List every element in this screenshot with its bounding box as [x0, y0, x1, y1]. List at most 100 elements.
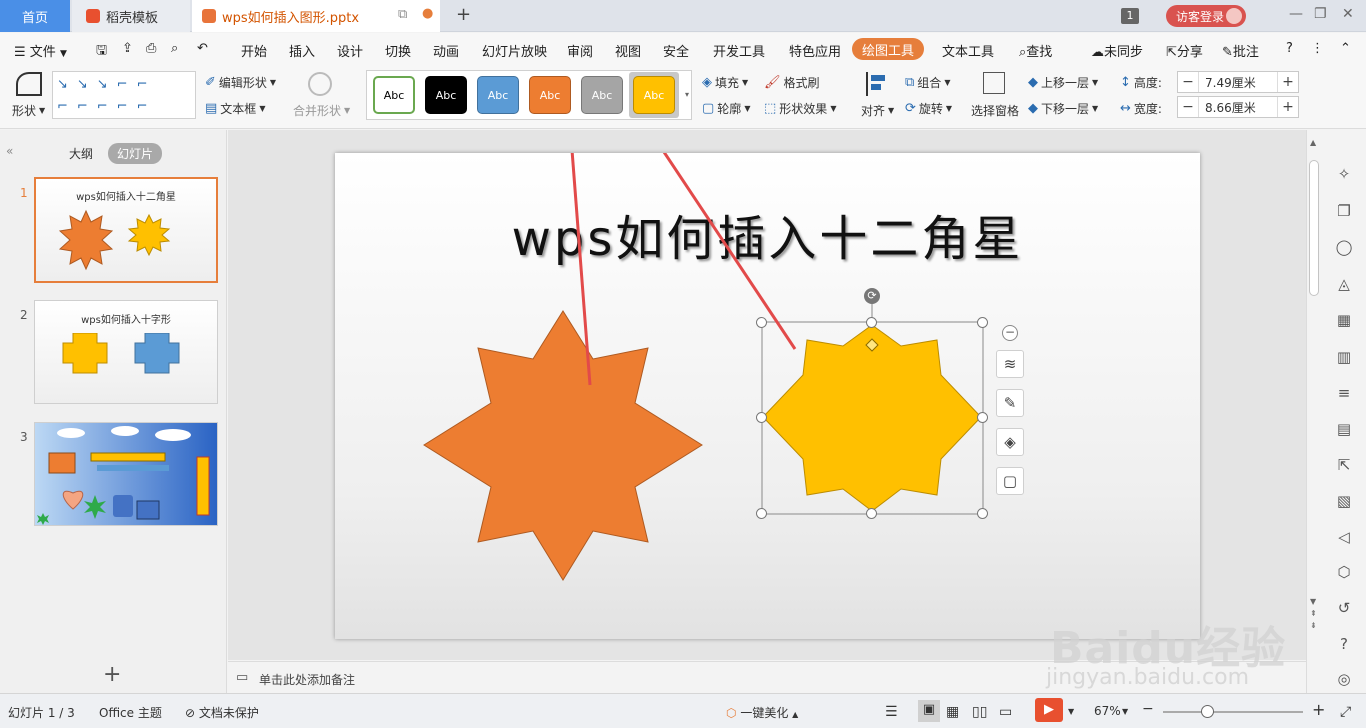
- group-button[interactable]: ⧉ 组合 ▼: [905, 74, 950, 91]
- rotate-button[interactable]: ⟳ 旋转 ▼: [905, 100, 952, 117]
- chevron-down-icon[interactable]: ▼: [1068, 707, 1074, 716]
- chevron-down-icon[interactable]: ▼: [1122, 707, 1128, 716]
- menu-drawing-tools[interactable]: 绘图工具: [852, 38, 925, 60]
- orange-twelve-point-star[interactable]: [423, 310, 703, 581]
- menu-slideshow[interactable]: 幻灯片放映: [482, 41, 547, 60]
- zoom-out-icon[interactable]: −: [1142, 701, 1154, 717]
- collapse-panel-icon[interactable]: «: [6, 144, 13, 158]
- document-icon[interactable]: ▤: [1335, 420, 1353, 438]
- sliders-icon[interactable]: ≡: [1335, 384, 1353, 402]
- tab-document[interactable]: wps如何插入图形.pptx ⧉ ●: [192, 0, 440, 32]
- zoom-level[interactable]: 67%: [1094, 704, 1121, 718]
- preview-icon[interactable]: ⌕: [171, 41, 178, 56]
- textbox-button[interactable]: ▤ 文本框 ▼: [205, 100, 265, 117]
- slide-thumbnail-1[interactable]: wps如何插入十二角星: [34, 177, 218, 283]
- height-stepper[interactable]: −7.49厘米 +: [1177, 71, 1299, 93]
- outline-tab[interactable]: 大纲: [69, 145, 93, 162]
- fill-bucket-icon[interactable]: ◈: [996, 428, 1024, 456]
- history-icon[interactable]: ↺: [1335, 599, 1353, 617]
- pen-icon[interactable]: ✎: [996, 389, 1024, 417]
- tab-pin-icon[interactable]: ⧉: [398, 7, 407, 22]
- search-button[interactable]: ⌕查找: [1019, 41, 1052, 60]
- zoom-slider-thumb[interactable]: [1201, 705, 1214, 718]
- resize-handle[interactable]: [866, 508, 877, 519]
- help-button[interactable]: ?: [1286, 41, 1293, 56]
- reading-view-icon[interactable]: ▯▯: [972, 704, 987, 720]
- yellow-twelve-point-star[interactable]: [762, 324, 982, 512]
- fill-icon[interactable]: ◬: [1335, 275, 1353, 293]
- slides-tab[interactable]: 幻灯片: [108, 143, 163, 164]
- menu-design[interactable]: 设计: [337, 41, 363, 60]
- scroll-up-icon[interactable]: ▲: [1310, 138, 1316, 147]
- window-count-badge[interactable]: 1: [1121, 8, 1139, 24]
- shape-gallery-icon[interactable]: [16, 72, 42, 96]
- resize-handle[interactable]: [756, 508, 767, 519]
- login-button[interactable]: 访客登录: [1166, 5, 1246, 27]
- shape-style-yellow[interactable]: Abc: [633, 76, 675, 114]
- resize-handle[interactable]: [977, 412, 988, 423]
- resize-handle[interactable]: [977, 317, 988, 328]
- rotate-handle-icon[interactable]: ⟳: [864, 288, 880, 304]
- add-slide-plus-icon[interactable]: +: [103, 662, 121, 687]
- vertical-scrollbar-thumb[interactable]: [1309, 160, 1319, 296]
- more-icon[interactable]: ⋮: [1311, 41, 1324, 56]
- merge-shape-button[interactable]: 合并形状 ▼: [293, 102, 350, 119]
- chart-icon[interactable]: ▥: [1335, 348, 1353, 366]
- grid-icon[interactable]: ▦: [1335, 311, 1353, 329]
- line-shape-gallery[interactable]: ↘↘↘⌐⌐ ⌐⌐⌐⌐⌐: [52, 71, 196, 119]
- resize-handle[interactable]: [977, 508, 988, 519]
- sync-button[interactable]: ☁未同步: [1091, 41, 1143, 60]
- protection-status[interactable]: ⊘ 文档未保护: [185, 704, 259, 721]
- shape-style-white[interactable]: Abc: [373, 76, 415, 114]
- shape-style-gray[interactable]: Abc: [581, 76, 623, 114]
- width-decrement-button[interactable]: −: [1178, 99, 1198, 115]
- help-icon[interactable]: ?: [1335, 635, 1353, 653]
- collapse-float-toolbar-icon[interactable]: −: [1002, 325, 1018, 341]
- format-brush-button[interactable]: 🖌 格式刷: [764, 74, 820, 91]
- fit-window-icon[interactable]: ⤢: [1340, 704, 1351, 720]
- width-stepper[interactable]: −8.66厘米 +: [1177, 96, 1299, 118]
- shape-dropdown[interactable]: 形状 ▼: [12, 102, 45, 119]
- send-backward-button[interactable]: ◆ 下移一层 ▼: [1028, 100, 1098, 117]
- menu-features[interactable]: 特色应用: [789, 41, 841, 60]
- slide-thumbnail-2[interactable]: wps如何插入十字形: [34, 300, 218, 404]
- menu-start[interactable]: 开始: [241, 41, 267, 60]
- zoom-slider-track[interactable]: [1163, 711, 1303, 713]
- fill-button[interactable]: ◈ 填充 ▼: [702, 74, 748, 91]
- outline-button[interactable]: ▢ 轮廓 ▼: [702, 100, 750, 117]
- menu-insert[interactable]: 插入: [289, 41, 315, 60]
- theme-name[interactable]: Office 主题: [99, 704, 162, 721]
- print-icon[interactable]: ⎙: [146, 41, 156, 56]
- play-slideshow-button[interactable]: ▶: [1035, 698, 1063, 722]
- new-tab-plus-icon[interactable]: +: [456, 4, 471, 25]
- resize-handle[interactable]: [866, 317, 877, 328]
- menu-review[interactable]: 审阅: [567, 41, 593, 60]
- export-icon[interactable]: ⇱: [1335, 456, 1353, 474]
- scroll-down-icon[interactable]: ▼ ⇞ ⇟: [1310, 596, 1317, 632]
- tab-template[interactable]: 稻壳模板: [72, 0, 190, 32]
- audio-icon[interactable]: ◁: [1335, 528, 1353, 546]
- bring-forward-button[interactable]: ◆ 上移一层 ▼: [1028, 74, 1098, 91]
- shield-icon[interactable]: ⬡: [1335, 563, 1353, 581]
- normal-view-icon[interactable]: ▣: [918, 700, 940, 722]
- share-button[interactable]: ⇱分享: [1166, 41, 1203, 60]
- width-value[interactable]: 8.66厘米: [1198, 97, 1278, 117]
- selection-pane-button[interactable]: 选择窗格: [971, 102, 1019, 119]
- align-button[interactable]: 对齐 ▼: [861, 102, 894, 119]
- layer-icon[interactable]: ≋: [996, 350, 1024, 378]
- shape-style-orange[interactable]: Abc: [529, 76, 571, 114]
- height-value[interactable]: 7.49厘米: [1198, 72, 1278, 92]
- copy-icon[interactable]: ❐: [1335, 202, 1353, 220]
- presenter-view-icon[interactable]: ▭: [999, 704, 1012, 720]
- minimize-icon[interactable]: —: [1289, 6, 1303, 22]
- menu-transition[interactable]: 切换: [385, 41, 411, 60]
- notes-toggle-icon[interactable]: ☰: [885, 704, 898, 720]
- zoom-in-icon[interactable]: +: [1312, 700, 1325, 719]
- collapse-ribbon-icon[interactable]: ⌃: [1340, 41, 1351, 56]
- height-increment-button[interactable]: +: [1278, 74, 1298, 90]
- undo-icon[interactable]: ↶: [197, 41, 208, 56]
- gallery-more-icon[interactable]: ▾: [682, 72, 692, 118]
- file-menu[interactable]: ☰ 文件 ▼: [14, 41, 67, 60]
- tab-unsaved-dot-icon[interactable]: ●: [422, 6, 433, 21]
- close-icon[interactable]: ✕: [1342, 6, 1354, 22]
